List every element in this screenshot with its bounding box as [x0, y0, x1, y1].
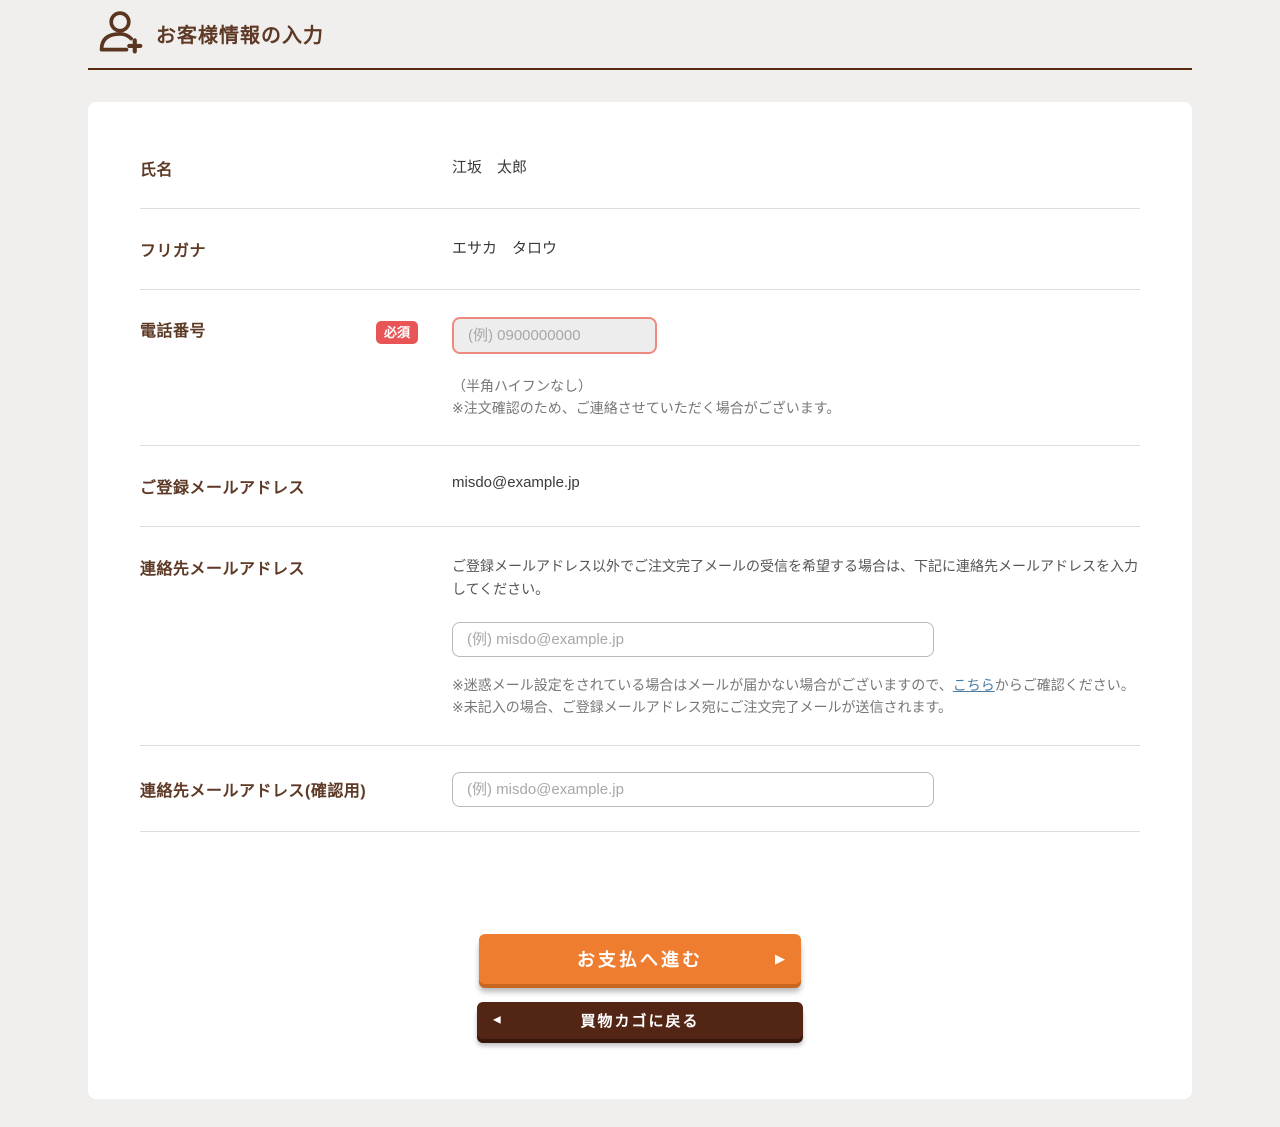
contact-email-confirm-input[interactable]: [452, 772, 934, 807]
back-to-cart-label: 買物カゴに戻る: [580, 1013, 699, 1030]
page-header: お客様情報の入力: [88, 0, 1192, 70]
chevron-left-icon: ◀: [493, 1015, 501, 1026]
phone-note-contact: ※注文確認のため、ご連絡させていただく場合がございます。: [452, 398, 1140, 420]
contact-email-label: 連絡先メールアドレス: [140, 555, 452, 718]
note-spam-text-before: ※迷惑メール設定をされている場合はメールが届かない場合がございますので、: [452, 677, 953, 693]
phone-label: 電話番号: [140, 317, 376, 419]
form-actions: お支払へ進む ▶ ◀ 買物カゴに戻る: [140, 934, 1140, 1039]
name-label: 氏名: [140, 156, 452, 180]
person-add-icon: [96, 8, 144, 58]
phone-input[interactable]: [452, 317, 657, 354]
page-title: お客様情報の入力: [156, 19, 324, 48]
kana-value: エサカ タロウ: [452, 237, 1140, 261]
kochira-link[interactable]: こちら: [953, 677, 995, 693]
form-row-phone: 電話番号 必須 （半角ハイフンなし） ※注文確認のため、ご連絡させていただく場合…: [140, 290, 1140, 446]
registered-email-label: ご登録メールアドレス: [140, 474, 452, 498]
registered-email-value: misdo@example.jp: [452, 474, 1140, 498]
form-row-kana: フリガナ エサカ タロウ: [140, 209, 1140, 290]
kana-label: フリガナ: [140, 237, 452, 261]
contact-email-note-blank: ※未記入の場合、ご登録メールアドレス宛にご注文完了メールが送信されます。: [452, 697, 1140, 719]
form-row-name: 氏名 江坂 太郎: [140, 102, 1140, 209]
contact-email-note-spam: ※迷惑メール設定をされている場合はメールが届かない場合がございますので、こちらか…: [452, 675, 1140, 697]
chevron-right-icon: ▶: [775, 951, 785, 967]
form-row-registered-email: ご登録メールアドレス misdo@example.jp: [140, 446, 1140, 527]
contact-email-description: ご登録メールアドレス以外でご注文完了メールの受信を希望する場合は、下記に連絡先メ…: [452, 555, 1140, 600]
contact-email-confirm-label: 連絡先メールアドレス(確認用): [140, 777, 452, 801]
form-row-contact-email: 連絡先メールアドレス ご登録メールアドレス以外でご注文完了メールの受信を希望する…: [140, 527, 1140, 745]
contact-email-input[interactable]: [452, 622, 934, 657]
form-row-contact-email-confirm: 連絡先メールアドレス(確認用): [140, 746, 1140, 832]
back-to-cart-button[interactable]: ◀ 買物カゴに戻る: [477, 1002, 803, 1039]
customer-info-form-card: 氏名 江坂 太郎 フリガナ エサカ タロウ 電話番号 必須 （半角ハイフンなし）…: [88, 102, 1192, 1099]
proceed-to-payment-button[interactable]: お支払へ進む ▶: [479, 934, 801, 984]
required-badge: 必須: [376, 321, 418, 344]
note-spam-text-after: からご確認ください。: [995, 677, 1135, 693]
proceed-to-payment-label: お支払へ進む: [577, 950, 703, 970]
phone-note-format: （半角ハイフンなし）: [452, 376, 1140, 398]
name-value: 江坂 太郎: [452, 156, 1140, 180]
